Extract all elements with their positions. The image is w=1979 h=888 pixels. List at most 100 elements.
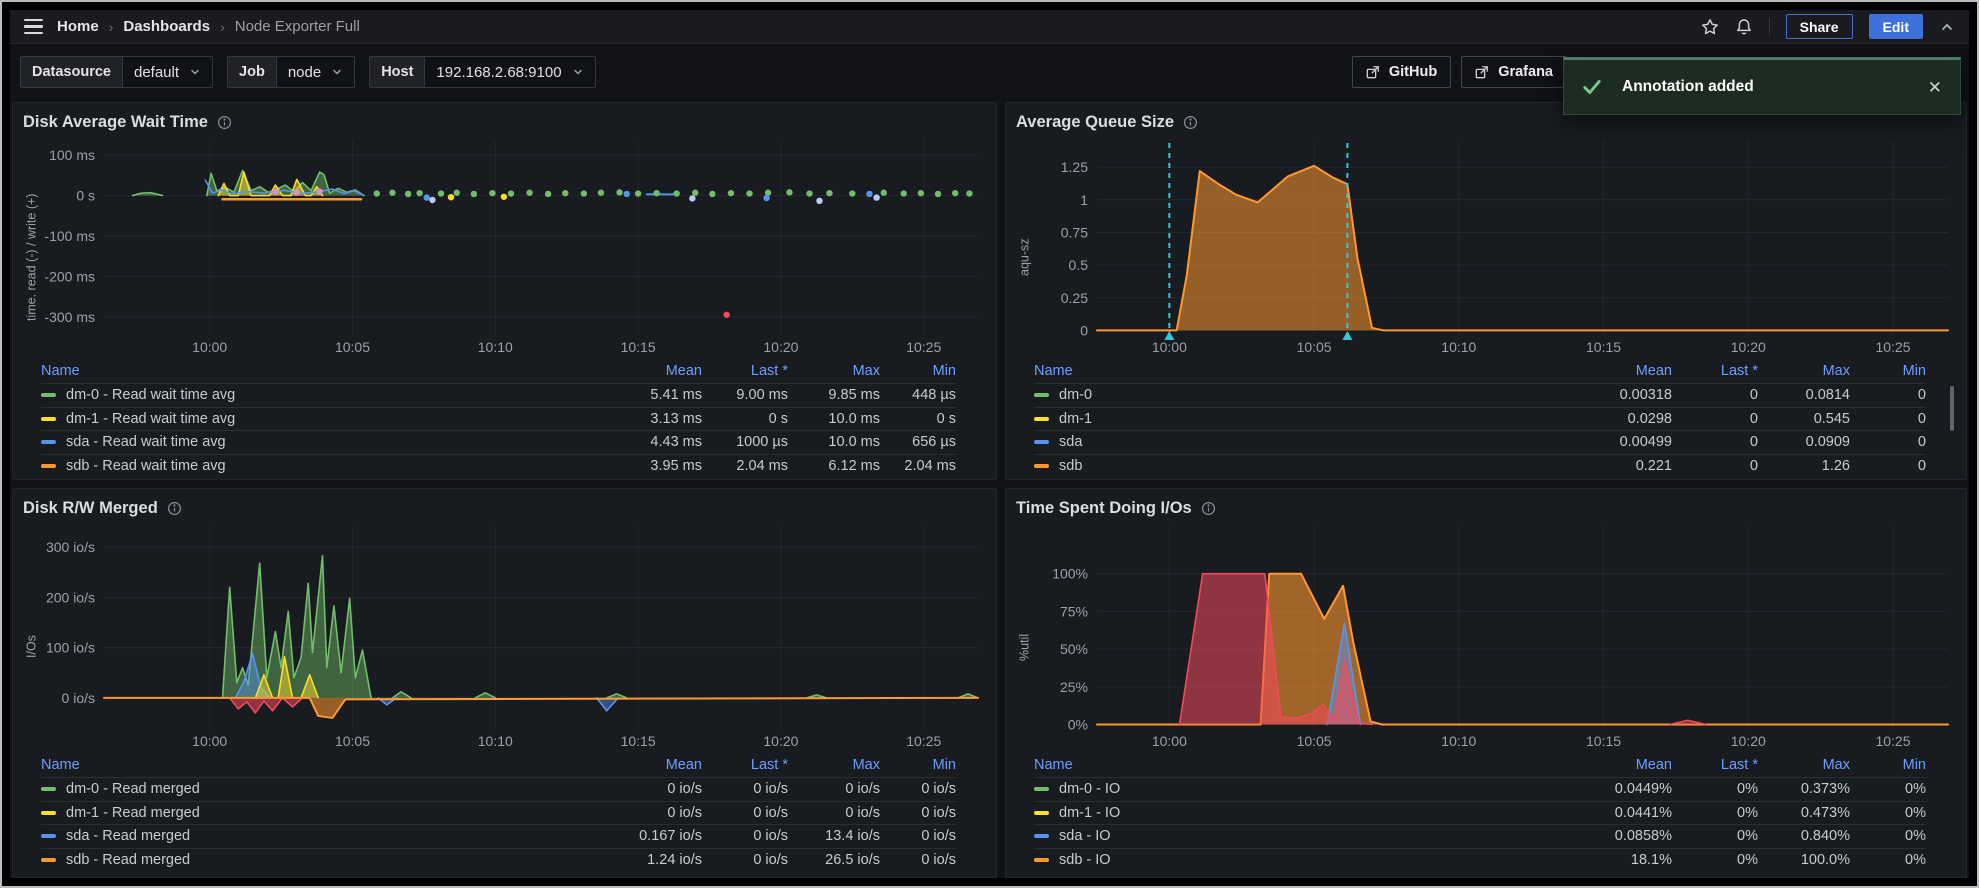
legend-scrollbar[interactable] [1950, 386, 1954, 431]
legend-header-max[interactable]: Max [1758, 757, 1850, 773]
legend-header-name[interactable]: Name [41, 757, 590, 773]
legend-row: dm-0 - Read wait time avg 5.41 ms 9.00 ms 9… [41, 383, 956, 407]
info-icon[interactable] [217, 115, 232, 130]
chart-disk-average-wait-time[interactable]: 100 ms 0 s -100 ms -200 ms -300 ms 10:00 10:05… [40, 135, 986, 359]
series-name[interactable]: dm-1 - Read wait time avg [66, 411, 235, 427]
series-name[interactable]: sda - Read merged [66, 828, 190, 844]
legend-header-min[interactable]: Min [880, 363, 956, 379]
variable-datasource: Datasource default [20, 56, 214, 88]
legend-header-min[interactable]: Min [880, 757, 956, 773]
series-name[interactable]: dm-0 - IO [1059, 781, 1120, 797]
series-name[interactable]: dm-1 [1059, 411, 1092, 427]
legend-value: 0.0909 [1805, 434, 1850, 451]
info-icon[interactable] [1183, 115, 1198, 130]
series-name[interactable]: dm-0 - Read merged [66, 781, 200, 797]
series-name[interactable]: sda [1059, 434, 1082, 450]
legend-header-min[interactable]: Min [1850, 757, 1926, 773]
legend-value: 0% [1737, 828, 1758, 845]
legend-value: 0 [1917, 410, 1926, 427]
y-axis-label: %util [1017, 633, 1032, 661]
series-name[interactable]: dm-1 - Read merged [66, 805, 200, 821]
legend-header-min[interactable]: Min [1850, 363, 1926, 379]
legend-header-mean[interactable]: Mean [1560, 363, 1672, 379]
legend-header-max[interactable]: Max [1758, 363, 1850, 379]
legend-header-name[interactable]: Name [1034, 757, 1560, 773]
variable-label: Datasource [21, 57, 123, 87]
legend-header-mean[interactable]: Mean [590, 757, 702, 773]
series-name[interactable]: dm-0 [1059, 387, 1092, 403]
legend-value: 448 µs [912, 387, 956, 404]
job-select[interactable]: node [276, 57, 355, 87]
external-link-icon [1475, 66, 1489, 79]
series-name[interactable]: sda - IO [1059, 828, 1111, 844]
legend-header-max[interactable]: Max [788, 757, 880, 773]
series-name[interactable]: sdb - Read wait time avg [66, 458, 226, 474]
edit-button[interactable]: Edit [1868, 14, 1923, 39]
legend-header-last[interactable]: Last * [1672, 363, 1758, 379]
svg-text:-100 ms: -100 ms [44, 228, 95, 244]
chevron-down-icon [333, 69, 341, 75]
legend-row: sdb - Read merged 1.24 io/s 0 io/s 26.5 io/… [41, 847, 956, 872]
svg-text:0 s: 0 s [76, 188, 95, 204]
external-links: GitHub Grafana [1351, 56, 1567, 88]
legend-header-mean[interactable]: Mean [1560, 757, 1672, 773]
series-name[interactable]: sdb - Read merged [66, 852, 190, 868]
svg-text:100 io/s: 100 io/s [46, 640, 95, 656]
series-name[interactable]: dm-0 - Read wait time avg [66, 387, 235, 403]
chevron-up-icon[interactable] [1939, 19, 1955, 35]
github-link-button[interactable]: GitHub [1351, 56, 1452, 88]
host-select[interactable]: 192.168.2.68:9100 [425, 57, 595, 87]
series-name[interactable]: sda - Read wait time avg [66, 434, 226, 450]
panel-average-queue-size: Average Queue Size aqu-sz 0 0.25 0.5 0.75 1 1… [1005, 102, 1967, 480]
svg-text:0: 0 [1080, 322, 1088, 338]
series-name[interactable]: dm-1 - IO [1059, 805, 1120, 821]
chart-time-spent-doing-ios[interactable]: 0% 25% 50% 75% 100% 10:00 10:05 10:10 10:15 10:20… [1033, 521, 1956, 753]
legend-header-max[interactable]: Max [788, 363, 880, 379]
series-name[interactable]: sdb [1059, 458, 1082, 474]
legend-value: 656 µs [912, 434, 956, 451]
y-axis-label: I/Os [24, 635, 39, 659]
svg-text:200 io/s: 200 io/s [46, 589, 95, 605]
breadcrumb-dashboards[interactable]: Dashboards [123, 18, 210, 35]
legend-header-name[interactable]: Name [41, 363, 590, 379]
chart-average-queue-size[interactable]: 0 0.25 0.5 0.75 1 1.25 10:00 10:05 10:10 10:15 10:… [1033, 135, 1956, 359]
breadcrumb-home[interactable]: Home [57, 18, 99, 35]
panel-title[interactable]: Disk R/W Merged [23, 499, 158, 518]
legend-value: 0 [1749, 434, 1758, 451]
menu-icon[interactable] [24, 18, 43, 35]
legend-header-name[interactable]: Name [1034, 363, 1560, 379]
svg-text:10:00: 10:00 [1152, 339, 1187, 355]
top-navbar: Home › Dashboards › Node Exporter Full S… [10, 10, 1969, 44]
legend-header-mean[interactable]: Mean [590, 363, 702, 379]
bell-icon[interactable] [1735, 18, 1753, 36]
svg-text:10:00: 10:00 [192, 339, 227, 355]
star-icon[interactable] [1701, 18, 1719, 36]
share-button[interactable]: Share [1785, 14, 1853, 39]
legend-value: 0% [1737, 851, 1758, 868]
svg-text:0.75: 0.75 [1061, 224, 1088, 240]
legend-header-last[interactable]: Last * [1672, 757, 1758, 773]
series-color-swatch [41, 393, 56, 398]
legend-value: 9.00 ms [736, 387, 788, 404]
legend-value: 10.0 ms [828, 410, 880, 427]
legend-value: 2.04 ms [904, 457, 956, 474]
legend-header-last[interactable]: Last * [702, 363, 788, 379]
info-icon[interactable] [1201, 501, 1216, 516]
panel-disk-rw-merged: Disk R/W Merged I/Os 0 io/s 100 io/s 200 i… [12, 488, 997, 878]
info-icon[interactable] [167, 501, 182, 516]
svg-text:75%: 75% [1060, 603, 1088, 619]
legend-value: 6.12 ms [828, 457, 880, 474]
grafana-link-button[interactable]: Grafana [1461, 56, 1567, 88]
chart-disk-rw-merged[interactable]: 0 io/s 100 io/s 200 io/s 300 io/s 10:00 10:05… [40, 521, 986, 753]
legend-value: 0.00318 [1619, 387, 1672, 404]
legend-value: 0 io/s [753, 781, 788, 798]
series-name[interactable]: sdb - IO [1059, 852, 1111, 868]
panel-title[interactable]: Disk Average Wait Time [23, 113, 208, 132]
toast-annotation-added: Annotation added ✕ [1563, 57, 1961, 115]
panel-title[interactable]: Average Queue Size [1016, 113, 1174, 132]
legend-header-last[interactable]: Last * [702, 757, 788, 773]
close-icon[interactable]: ✕ [1928, 79, 1942, 96]
panel-title[interactable]: Time Spent Doing I/Os [1016, 499, 1192, 518]
datasource-select[interactable]: default [122, 57, 213, 87]
svg-text:10:25: 10:25 [906, 339, 941, 355]
